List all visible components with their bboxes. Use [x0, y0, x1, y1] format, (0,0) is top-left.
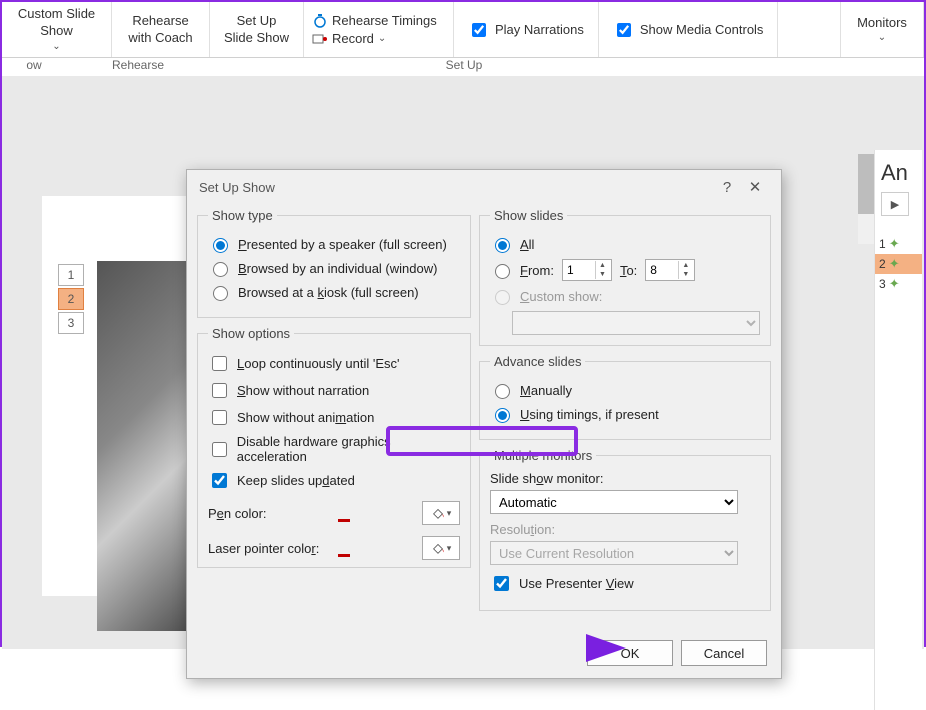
- chevron-down-icon: ⌄: [878, 31, 886, 44]
- show-slides-legend: Show slides: [490, 208, 567, 223]
- edit-area: 1 2 3 Set Up Show ? ✕ Show type Presente…: [2, 76, 924, 649]
- slides-from[interactable]: From:: [490, 261, 554, 279]
- ribbon-rehearse-timings[interactable]: Rehearse Timings: [312, 13, 445, 29]
- disable-hw-check[interactable]: Disable hardware graphics acceleration: [208, 434, 460, 464]
- dialog-title: Set Up Show: [199, 180, 275, 195]
- resolution-label: Resolution:: [490, 522, 760, 537]
- ribbon-set-up-slide-show[interactable]: Set Up Slide Show: [210, 2, 304, 57]
- advance-timings[interactable]: Using timings, if present: [490, 405, 760, 423]
- star-icon: ✦: [889, 256, 900, 272]
- animation-list: 1✦ 2✦ 3✦: [875, 234, 922, 294]
- ribbon-record[interactable]: Record ⌄: [312, 31, 445, 47]
- animation-pane: An ▶ 1✦ 2✦ 3✦: [874, 150, 922, 710]
- cancel-button[interactable]: Cancel: [681, 640, 767, 666]
- timings-icon: [312, 13, 328, 29]
- play-narrations-check[interactable]: Play Narrations: [468, 20, 584, 40]
- ok-button[interactable]: OK: [587, 640, 673, 666]
- anim-item-1[interactable]: 1✦: [875, 234, 922, 254]
- presenter-view-check[interactable]: Use Presenter View: [490, 573, 760, 594]
- animation-pane-title: An: [875, 150, 922, 192]
- from-spinner[interactable]: ▲▼: [562, 259, 612, 281]
- loop-check[interactable]: Loop continuously until 'Esc': [208, 353, 460, 374]
- show-slides-group: Show slides All From: ▲▼ To: ▲▼ Custom s…: [479, 208, 771, 346]
- ribbon-record-stack: Rehearse Timings Record ⌄: [304, 2, 454, 57]
- slide-thumb-1[interactable]: 1: [58, 264, 84, 286]
- record-icon: [312, 31, 328, 47]
- advance-legend: Advance slides: [490, 354, 585, 369]
- ribbon-custom-slide-show[interactable]: Custom Slide Show ⌄: [2, 2, 112, 57]
- show-media-controls-check[interactable]: Show Media Controls: [613, 20, 764, 40]
- to-label: To:: [620, 263, 637, 278]
- slide-thumb-3[interactable]: 3: [58, 312, 84, 334]
- no-narration-check[interactable]: Show without narration: [208, 380, 460, 401]
- show-type-kiosk[interactable]: Browsed at a kiosk (full screen): [208, 283, 460, 301]
- custom-show-combo: [512, 311, 760, 335]
- dialog-close-button[interactable]: ✕: [741, 178, 769, 196]
- slide-monitor-combo[interactable]: Automatic: [490, 490, 738, 514]
- keep-updated-check[interactable]: Keep slides updated: [208, 470, 460, 491]
- paint-bucket-icon: [431, 506, 445, 520]
- star-icon: ✦: [889, 236, 900, 252]
- multiple-monitors-group: Multiple monitors Slide show monitor: Au…: [479, 448, 771, 611]
- slide-monitor-label: Slide show monitor:: [490, 471, 760, 486]
- pen-color-label: Pen color:: [208, 506, 267, 521]
- slides-custom: Custom show:: [490, 287, 760, 305]
- anim-item-3[interactable]: 3✦: [875, 274, 922, 294]
- slides-all[interactable]: All: [490, 235, 760, 253]
- show-type-individual[interactable]: Browsed by an individual (window): [208, 259, 460, 277]
- play-narrations-checkbox[interactable]: [472, 23, 486, 37]
- set-up-show-dialog: Set Up Show ? ✕ Show type Presented by a…: [186, 169, 782, 679]
- slide-thumb-2[interactable]: 2: [58, 288, 84, 310]
- pen-color-swatch: [338, 519, 350, 522]
- scrollbar-thumb[interactable]: [858, 154, 874, 214]
- star-icon: ✦: [889, 276, 900, 292]
- show-media-controls-checkbox[interactable]: [617, 23, 631, 37]
- resolution-combo: Use Current Resolution: [490, 541, 738, 565]
- no-animation-check[interactable]: Show without animation: [208, 407, 460, 428]
- chevron-down-icon: ⌄: [378, 33, 386, 44]
- laser-color-swatch: [338, 554, 350, 557]
- show-type-group: Show type Presented by a speaker (full s…: [197, 208, 471, 318]
- advance-manually[interactable]: Manually: [490, 381, 760, 399]
- ribbon-group-labels: ow Rehearse Set Up: [2, 58, 924, 76]
- ribbon-setup-checks: Play Narrations: [454, 2, 599, 57]
- ribbon-monitors[interactable]: Monitors ⌄: [840, 2, 924, 57]
- show-type-legend: Show type: [208, 208, 277, 223]
- slide-thumbnails: 1 2 3: [58, 264, 88, 336]
- ribbon-media-checks: Show Media Controls: [599, 2, 779, 57]
- ribbon-rehearse-coach[interactable]: Rehearse with Coach: [112, 2, 210, 57]
- dialog-help-button[interactable]: ?: [713, 179, 741, 196]
- dialog-titlebar: Set Up Show ? ✕: [187, 170, 781, 204]
- anim-item-2[interactable]: 2✦: [875, 254, 922, 274]
- monitors-legend: Multiple monitors: [490, 448, 596, 463]
- to-spinner[interactable]: ▲▼: [645, 259, 695, 281]
- show-options-legend: Show options: [208, 326, 294, 341]
- advance-slides-group: Advance slides Manually Using timings, i…: [479, 354, 771, 440]
- paint-bucket-icon: [431, 541, 445, 555]
- vertical-scrollbar[interactable]: [858, 154, 874, 244]
- play-animation-button[interactable]: ▶: [881, 192, 909, 216]
- show-options-group: Show options Loop continuously until 'Es…: [197, 326, 471, 568]
- ribbon: Custom Slide Show ⌄ Rehearse with Coach …: [2, 2, 924, 58]
- dialog-left-column: Show type Presented by a speaker (full s…: [197, 208, 471, 619]
- chevron-down-icon: ⌄: [52, 40, 60, 53]
- dialog-buttons: OK Cancel: [587, 640, 767, 666]
- dialog-right-column: Show slides All From: ▲▼ To: ▲▼ Custom s…: [479, 208, 771, 619]
- laser-color-label: Laser pointer color:: [208, 541, 319, 556]
- show-type-speaker[interactable]: Presented by a speaker (full screen): [208, 235, 460, 253]
